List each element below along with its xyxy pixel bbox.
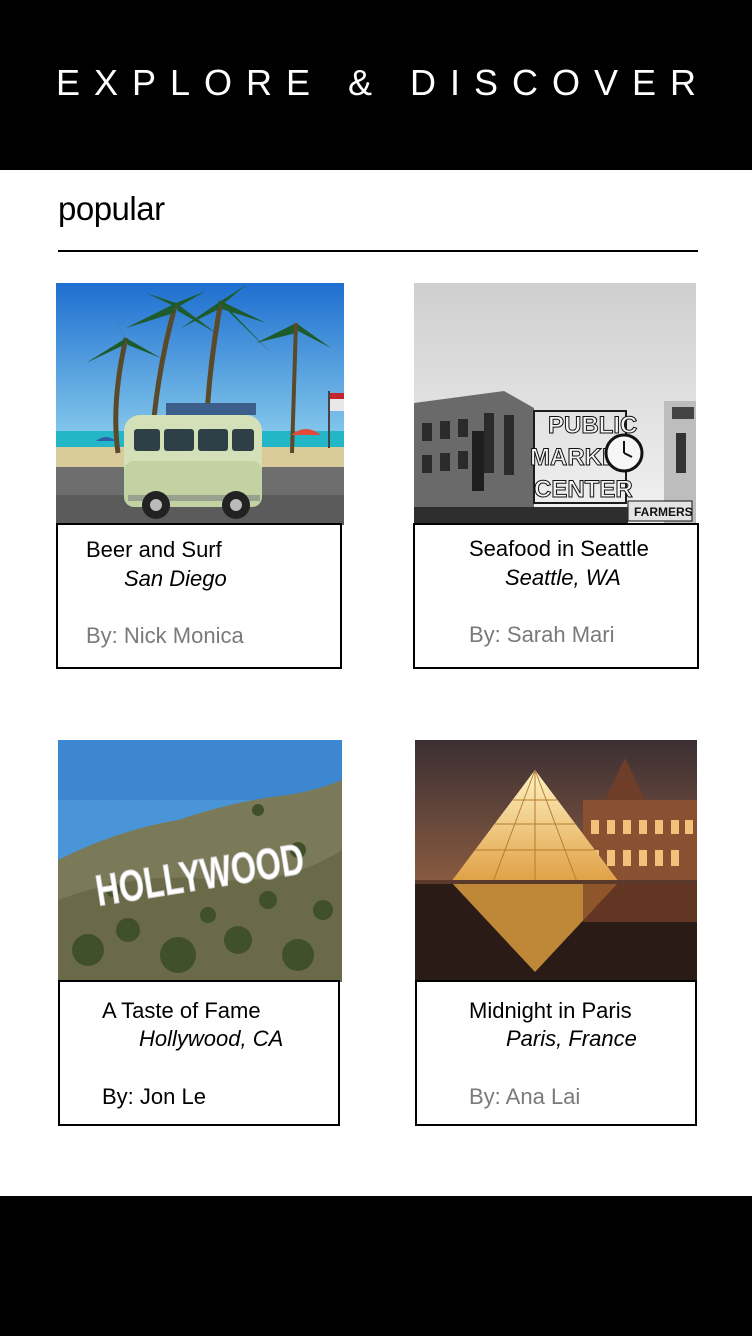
section-divider [58,250,698,252]
card-a-taste-of-fame[interactable]: HOLLYWOOD A Taste of Fame Hollywood, CA … [58,740,342,1126]
card-title[interactable]: Beer and Surf [86,537,222,563]
card-beer-and-surf[interactable]: Beer and Surf San Diego By: Nick Monica [56,283,344,669]
card-info: A Taste of Fame Hollywood, CA By: Jon Le [58,980,340,1126]
card-info: Seafood in Seattle Seattle, WA By: Sarah… [413,523,699,669]
app-title: EXPLORE & DISCOVER [55,62,711,103]
card-title[interactable]: Seafood in Seattle [469,536,649,562]
card-location: Paris, France [506,1026,637,1051]
card-seafood-in-seattle[interactable]: PUBLIC MARKET CENTER FARMERS Seafood in … [413,283,699,669]
card-title[interactable]: A Taste of Fame [102,998,261,1024]
card-info: Midnight in Paris Paris, France By: Ana … [415,980,697,1126]
market-sign-text: CENTER [534,476,633,503]
card-info: Beer and Surf San Diego By: Nick Monica [56,523,342,669]
card-location: San Diego [124,566,227,591]
card-location: Seattle, WA [505,565,621,590]
card-author[interactable]: By: Jon Le [102,1084,206,1110]
card-author[interactable]: By: Ana Lai [469,1084,580,1110]
vw-van-beach-photo[interactable] [56,283,344,525]
card-author[interactable]: By: Nick Monica [86,623,244,649]
footer-bar [0,1196,752,1336]
farmers-sign-text: FARMERS [634,505,693,519]
hollywood-sign-photo[interactable]: HOLLYWOOD [58,740,342,982]
section-title: popular [58,190,165,227]
louvre-pyramid-photo[interactable] [415,740,697,982]
card-midnight-in-paris[interactable]: Midnight in Paris Paris, France By: Ana … [415,740,697,1126]
header-bar: EXPLORE & DISCOVER [0,0,752,170]
card-author[interactable]: By: Sarah Mari [469,622,615,648]
card-title[interactable]: Midnight in Paris [469,998,632,1024]
public-market-center-photo[interactable]: PUBLIC MARKET CENTER FARMERS [414,283,696,525]
card-location: Hollywood, CA [139,1026,284,1051]
